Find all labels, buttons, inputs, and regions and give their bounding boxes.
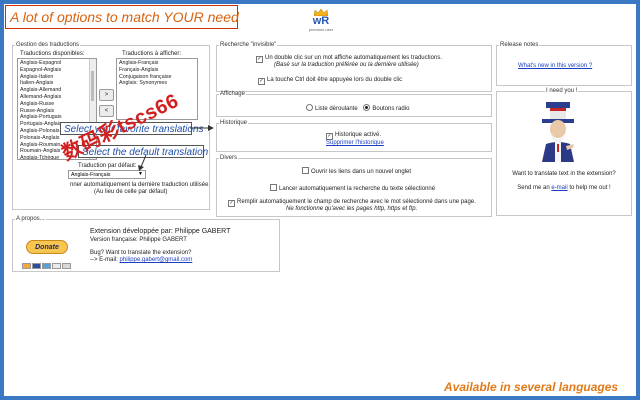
double-click-checkbox[interactable]: ✓ [256, 56, 263, 63]
double-click-note: (Basé sur la traduction préférée ou la d… [274, 62, 419, 68]
about-version: Version française: Philippe GABERT [90, 237, 187, 243]
available-translation-item[interactable]: Italien-Anglais [20, 80, 94, 87]
misc-legend: Divers [220, 155, 238, 161]
default-translation-select[interactable]: Anglais-Français ▼ [68, 170, 146, 179]
callout-arrow-icon [138, 155, 147, 171]
autofill-checkbox[interactable]: ✓ [228, 200, 235, 207]
whats-new-link[interactable]: What's new in this version ? [518, 63, 592, 70]
available-translation-item[interactable]: Allemand-Anglais [20, 94, 94, 101]
history-option[interactable]: ✓ Historique activé. [326, 132, 381, 140]
logo-subtitle: premium user [308, 27, 334, 32]
promo-banner: A lot of options to match YOUR need [5, 5, 239, 29]
available-label: Traductions disponibles: [20, 51, 85, 57]
help-text-line2: Send me an e-mail to help me out ! [502, 185, 626, 192]
double-click-label: Un double clic sur un mot affiche automa… [265, 55, 442, 61]
history-label: Historique activé. [335, 132, 382, 138]
promo-banner-text: A lot of options to match YOUR need [10, 9, 239, 25]
amex-icon [42, 263, 51, 269]
history-legend: Historique [220, 120, 248, 126]
remember-last-text: nner automatiquement la dernière traduct… [70, 182, 209, 188]
available-translation-item[interactable]: Anglais-Allemand [20, 87, 94, 94]
translations-legend: Gestion des traductions [16, 42, 80, 48]
ctrl-key-checkbox[interactable]: ✓ [258, 78, 265, 85]
selected-translation-item[interactable]: Anglais-Français [119, 60, 195, 67]
payment-cards [22, 256, 72, 269]
ctrl-key-label: La touche Ctrl doit être appuyée lors du… [267, 77, 403, 83]
new-tab-label: Ouvrir les liens dans un nouvel onglet [311, 169, 412, 175]
bank-icon [62, 263, 71, 269]
default-translation-label: Traduction par défaut: [78, 163, 137, 169]
help-text-line1: Want to translate text in the extension? [512, 171, 616, 177]
selected-label: Traductions à afficher: [122, 51, 182, 57]
logo-mark: wR [312, 15, 330, 27]
about-email-prefix: --> E-mail: [90, 257, 120, 263]
add-translation-button[interactable]: > [99, 89, 114, 101]
help-text-prefix: Send me an [517, 185, 552, 191]
discover-icon [52, 263, 61, 269]
logo: wR premium user [305, 9, 337, 32]
available-translation-item[interactable]: Anglais-Espagnol [20, 60, 94, 67]
app-screenshot: { "banner": { "text": "A lot of options … [0, 0, 640, 400]
help-text-suffix: to help me out ! [567, 185, 611, 191]
callout-arrow-icon [190, 125, 214, 131]
new-tab-checkbox[interactable] [302, 167, 309, 174]
available-translation-item[interactable]: Anglais-Italien [20, 74, 94, 81]
auto-search-option[interactable]: Lancer automatiquement la recherche du t… [270, 184, 435, 193]
auto-search-checkbox[interactable] [270, 184, 277, 191]
visa-icon [32, 263, 41, 269]
autofill-note: Ne fonctionne qu'avec les pages http, ht… [286, 206, 418, 212]
footer-text: Available in several languages [444, 380, 619, 394]
search-legend: Recherche "invisible" [220, 42, 277, 48]
options-page: A lot of options to match YOUR need wR p… [4, 4, 636, 396]
about-legend: A propos... [16, 216, 45, 222]
dropdown-label: Liste déroulante [315, 106, 358, 112]
about-bug: Bug? Want to translate the extension? [90, 250, 192, 256]
display-legend: Affichage [220, 91, 245, 97]
about-email-line: --> E-mail: philippe.gabert@gmail.com [90, 257, 192, 264]
default-translation-value: Anglais-Français [71, 172, 111, 178]
donate-button[interactable]: Donate [26, 240, 68, 254]
ctrl-key-option[interactable]: ✓ La touche Ctrl doit être appuyée lors d… [258, 77, 402, 85]
radio-buttons-label: Boutons radio [372, 106, 410, 112]
mastercard-icon [22, 263, 31, 269]
delete-history-link[interactable]: Supprimer l'historique [326, 140, 384, 147]
display-options: Liste déroulante Boutons radio [302, 104, 409, 113]
selected-translation-item[interactable]: Conjugaison française [119, 74, 195, 81]
dropdown-radio[interactable] [306, 104, 313, 111]
selected-translation-item[interactable]: Anglais: Synonymes [119, 80, 195, 87]
uncle-sam-image [542, 102, 574, 162]
autofill-label: Remplir automatiquement le champ de rech… [237, 199, 476, 205]
help-email-link[interactable]: e-mail [551, 185, 567, 191]
about-email-link[interactable]: philippe.gabert@gmail.com [120, 257, 193, 263]
help-legend: I need you ! [546, 88, 578, 94]
auto-search-label: Lancer automatiquement la recherche du t… [279, 186, 436, 192]
about-title: Extension développée par: Philippe GABER… [90, 228, 231, 235]
remember-last-subtext: (Au lieu de celle par défaut) [94, 189, 168, 195]
selected-translation-item[interactable]: Français-Anglais [119, 67, 195, 74]
history-checkbox[interactable]: ✓ [326, 133, 333, 140]
new-tab-option[interactable]: Ouvrir les liens dans un nouvel onglet [302, 167, 411, 176]
available-translation-item[interactable]: Espagnol-Anglais [20, 67, 94, 74]
release-notes-legend: Release notes [500, 42, 539, 48]
available-translation-item[interactable]: Anglais-Portugais [20, 114, 94, 121]
available-translation-item[interactable]: Anglais-Russe [20, 101, 94, 108]
available-translation-item[interactable]: Russe-Anglais [20, 108, 94, 115]
radio-buttons-radio[interactable] [363, 104, 371, 111]
chevron-down-icon: ▼ [138, 171, 143, 177]
